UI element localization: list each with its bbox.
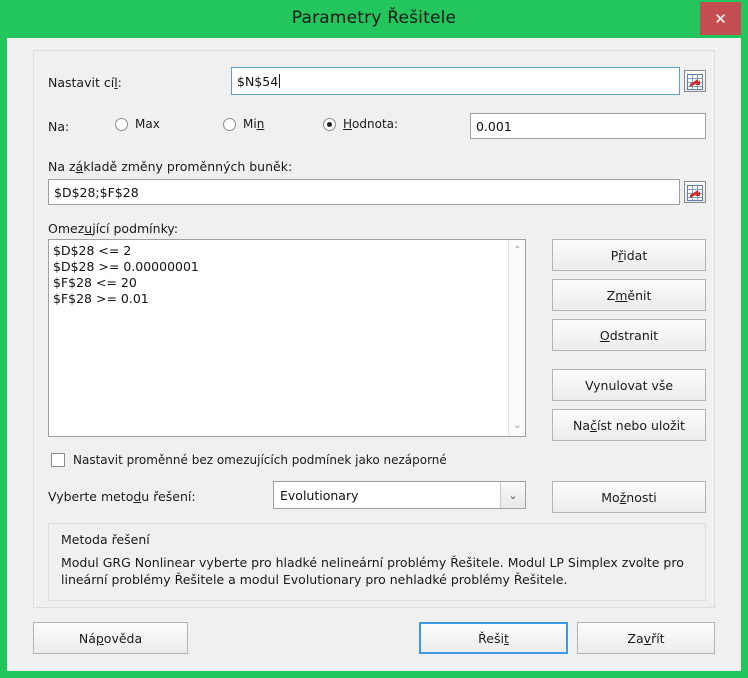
close-icon: ✕ [714,10,727,28]
constraints-label: Omezující podmínky: [48,221,179,236]
radio-value-indicator [323,117,336,131]
scroll-up-icon[interactable]: ⌃ [509,242,525,259]
radio-min[interactable]: Min [223,117,264,131]
objective-cell-value: $N$54 [237,73,279,89]
dialog-client-area: Nastavit cíl: $N$54 Na: Max Min Hodnota:… [7,38,741,671]
method-select[interactable]: Evolutionary ⌄ [273,481,526,509]
parameters-group: Nastavit cíl: $N$54 Na: Max Min Hodnota:… [33,50,715,608]
nonnegative-label: Nastavit proměnné bez omezujících podmín… [73,453,447,467]
text-caret [279,74,281,88]
solve-button[interactable]: Řešit [419,622,568,654]
method-label: Vyberte metodu řešení: [48,489,196,504]
list-item[interactable]: $F$28 <= 20 [53,275,505,291]
constraints-items: $D$28 <= 2 $D$28 >= 0.00000001 $F$28 <= … [53,243,505,307]
close-dialog-button[interactable]: Zavřít [577,622,715,654]
method-selected-value: Evolutionary [280,487,359,503]
radio-value[interactable]: Hodnota: [323,117,398,131]
reset-all-button[interactable]: Vynulovat vše [552,369,706,401]
add-constraint-button[interactable]: Přidat [552,239,706,271]
method-description-panel: Metoda řešení Modul GRG Nonlinear vybert… [48,523,706,601]
radio-max-indicator [115,117,128,131]
radio-max-label: Max [135,117,160,131]
constraints-scrollbar[interactable]: ⌃ ⌄ [508,240,525,436]
list-item[interactable]: $D$28 <= 2 [53,243,505,259]
chevron-down-icon[interactable]: ⌄ [500,482,525,508]
objective-label: Nastavit cíl: [48,75,122,90]
goal-value-text: 0.001 [476,118,512,134]
variable-cells-value: $D$28;$F$28 [54,184,139,200]
objective-cell-input[interactable]: $N$54 [231,67,680,95]
constraints-listbox[interactable]: $D$28 <= 2 $D$28 >= 0.00000001 $F$28 <= … [48,239,526,437]
method-description-body: Modul GRG Nonlinear vyberte pro hladké n… [61,555,684,587]
radio-max[interactable]: Max [115,117,160,131]
delete-constraint-button[interactable]: Odstranit [552,319,706,351]
solver-parameters-dialog: Parametry Řešitele ✕ Nastavit cíl: $N$54 [0,0,748,678]
change-constraint-button[interactable]: Změnit [552,279,706,311]
range-select-icon [687,73,703,90]
goal-value-input[interactable]: 0.001 [470,113,706,139]
radio-min-label: Min [243,117,265,131]
scroll-down-icon[interactable]: ⌄ [509,417,525,434]
variables-label: Na základě změny proměnných buněk: [48,159,293,174]
range-select-icon [687,184,703,201]
variable-cells-input[interactable]: $D$28;$F$28 [48,179,680,205]
variables-range-select-button[interactable] [684,181,706,203]
dialog-title: Parametry Řešitele [291,8,457,28]
nonnegative-checkbox[interactable] [51,453,65,467]
title-bar: Parametry Řešitele ✕ [0,0,748,38]
list-item[interactable]: $D$28 >= 0.00000001 [53,259,505,275]
load-save-button[interactable]: Načíst nebo uložit [552,409,706,441]
radio-min-indicator [223,117,236,131]
radio-value-label: Hodnota: [343,117,399,131]
close-button[interactable]: ✕ [700,2,741,35]
help-button[interactable]: Nápověda [33,622,188,654]
list-item[interactable]: $F$28 >= 0.01 [53,291,505,307]
goal-label: Na: [48,119,70,134]
objective-range-select-button[interactable] [684,70,706,92]
options-button[interactable]: Možnosti [552,481,706,513]
method-description-title: Metoda řešení [61,532,150,547]
nonnegative-checkbox-row[interactable]: Nastavit proměnné bez omezujících podmín… [51,453,447,467]
